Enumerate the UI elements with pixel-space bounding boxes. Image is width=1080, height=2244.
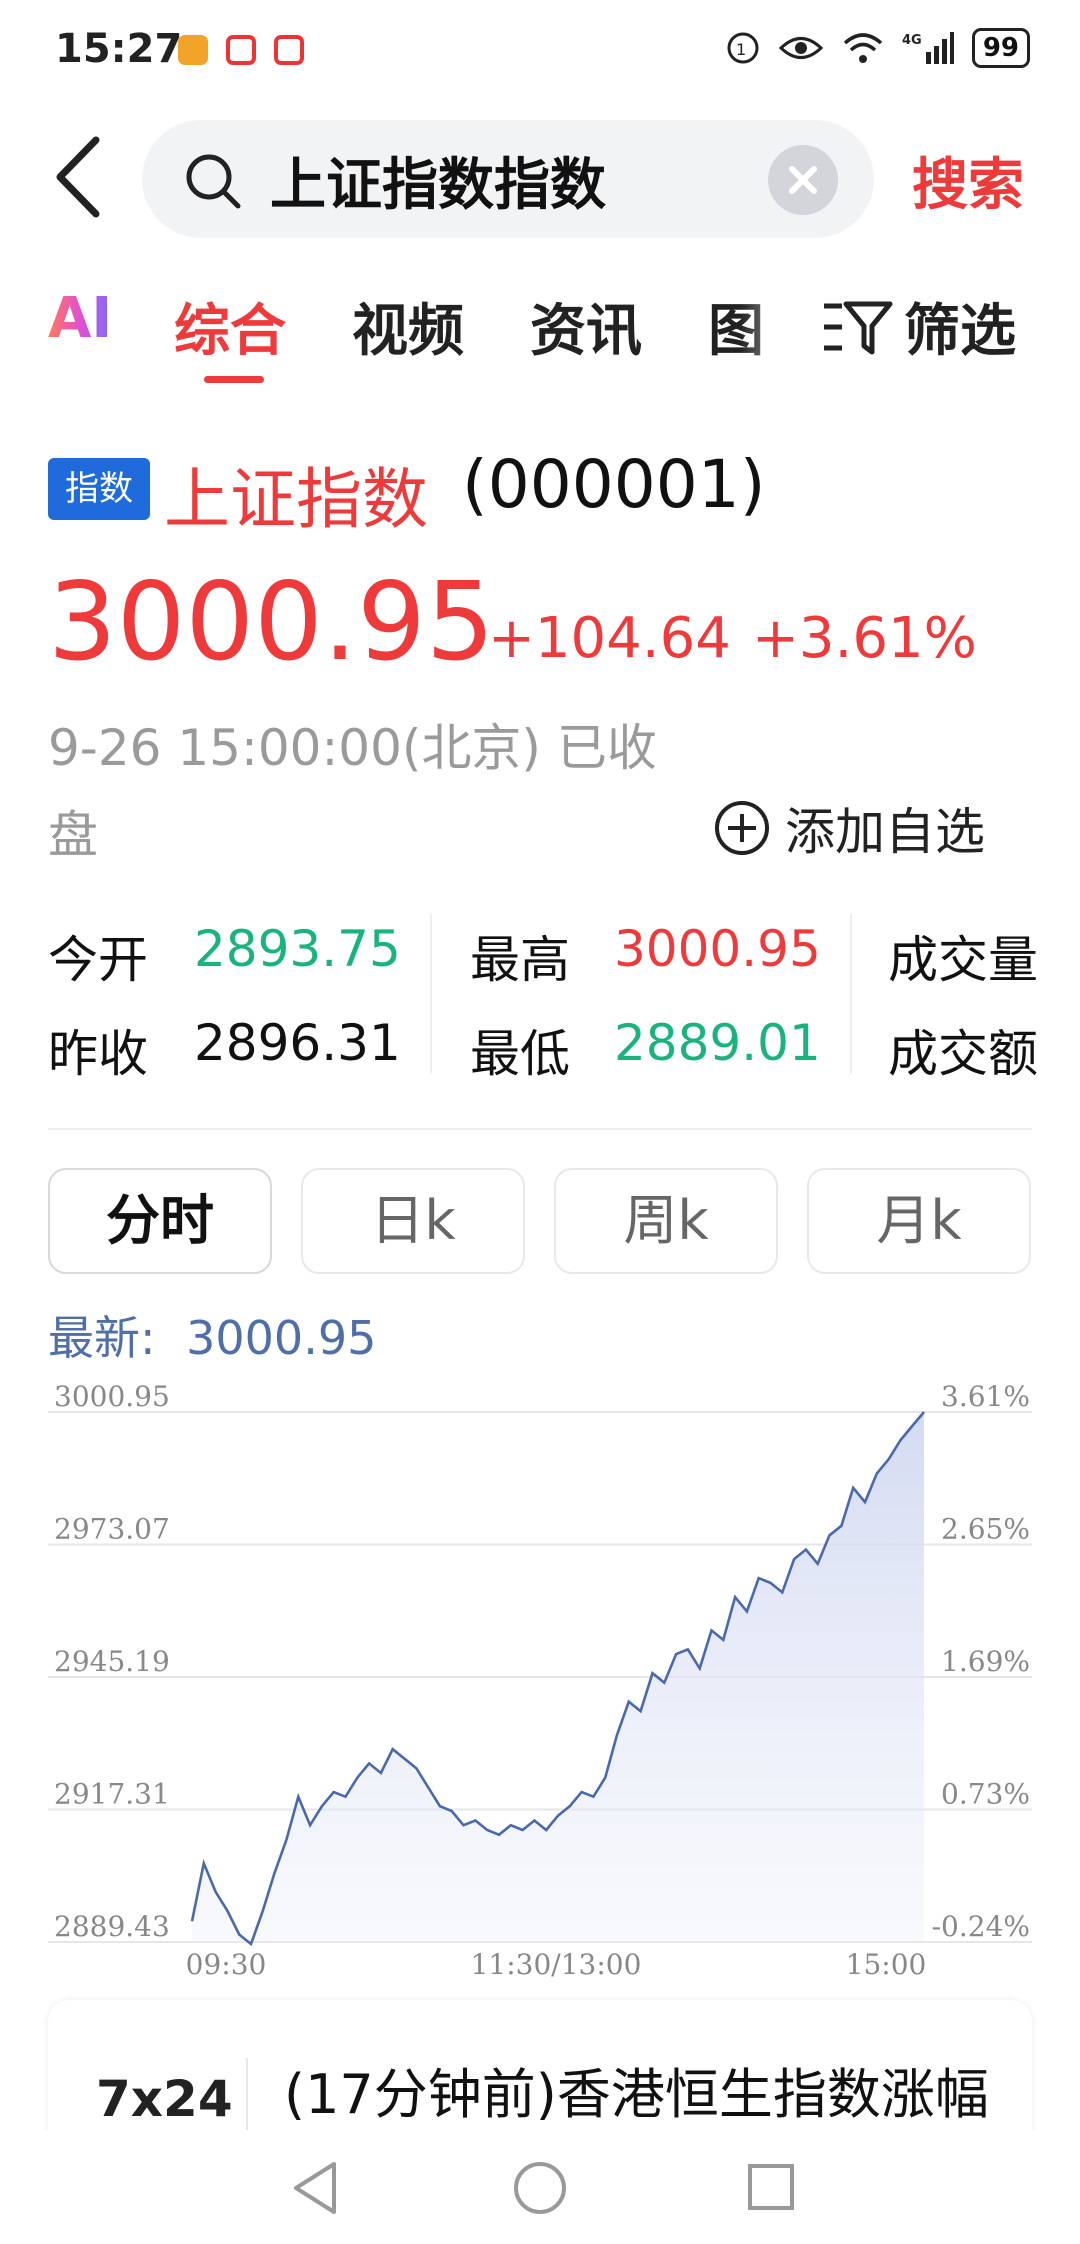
nav-recents-icon[interactable] <box>746 2162 796 2212</box>
stats-divider-2 <box>850 914 852 1074</box>
period-tab-daily[interactable]: 日k <box>301 1168 525 1274</box>
battery-indicator: 99 <box>971 28 1030 68</box>
signal-icon: 4G <box>902 32 954 64</box>
search-icon <box>186 154 241 209</box>
y-axis-right-tick: 0.73% <box>941 1778 1030 1811</box>
data-saver-icon: 1 <box>727 32 759 64</box>
open-label: 今开 <box>48 931 148 989</box>
section-divider <box>48 1128 1032 1130</box>
intraday-chart[interactable]: 3000.95 3.61% 2973.07 2.65% 2945.19 1.69% 2917… <box>0 1370 1080 1980</box>
x-axis-tick: 09:30 <box>186 1948 267 1980</box>
latest-price-readout: 最新: 3000.95 <box>48 1302 376 1368</box>
add-watchlist-button[interactable]: 添加自选 <box>713 792 985 864</box>
nav-home-icon[interactable] <box>512 2160 568 2216</box>
system-nav-bar <box>0 2130 1080 2244</box>
x-axis-tick: 15:00 <box>846 1948 927 1980</box>
tab-comprehensive[interactable]: 综合 <box>174 286 286 367</box>
prev-close-label: 昨收 <box>48 1025 148 1083</box>
x-axis-tick: 11:30/13:00 <box>471 1948 642 1980</box>
y-axis-right-tick: 1.69% <box>941 1645 1030 1678</box>
add-watchlist-label: 添加自选 <box>785 803 985 861</box>
back-button[interactable] <box>48 132 108 222</box>
filter-icon <box>824 301 893 354</box>
volume-label: 成交量 <box>888 931 1038 989</box>
tab-video[interactable]: 视频 <box>352 286 464 367</box>
news-source: 7x24 <box>96 2070 233 2128</box>
quote-status: 盘 <box>48 806 98 864</box>
notification-red-icon <box>226 35 256 65</box>
stats-divider <box>430 914 432 1074</box>
notification-red-icon-2 <box>274 35 304 65</box>
high-label: 最高 <box>470 931 570 989</box>
svg-text:4G: 4G <box>902 33 922 48</box>
period-tab-intraday[interactable]: 分时 <box>48 1168 272 1274</box>
y-axis-right-tick: 3.61% <box>941 1380 1030 1413</box>
current-price: 3000.95 <box>48 560 495 685</box>
index-name[interactable]: 上证指数 <box>164 446 428 542</box>
search-button[interactable]: 搜索 <box>912 140 1024 221</box>
clear-search-button[interactable] <box>768 145 838 215</box>
latest-value: 3000.95 <box>186 1311 377 1365</box>
y-axis-right-tick: -0.24% <box>932 1910 1030 1943</box>
open-value: 2893.75 <box>194 920 401 978</box>
y-axis-left-tick: 2917.31 <box>54 1778 170 1811</box>
index-code: (000001) <box>462 446 766 523</box>
period-tab-weekly[interactable]: 周k <box>554 1168 778 1274</box>
latest-label: 最新: <box>48 1311 156 1365</box>
nav-back-icon[interactable] <box>290 2160 340 2216</box>
news-headline[interactable]: (17分钟前)香港恒生指数涨幅 <box>284 2050 989 2129</box>
wifi-icon <box>843 33 882 63</box>
y-axis-left-tick: 2945.19 <box>54 1645 170 1678</box>
tab-fade <box>740 280 820 360</box>
period-tab-monthly[interactable]: 月k <box>807 1168 1031 1274</box>
quote-timestamp: 9-26 15:00:00(北京) 已收 <box>48 719 657 777</box>
chevron-left-icon <box>56 136 100 218</box>
y-axis-right-tick: 2.65% <box>941 1513 1030 1546</box>
y-axis-left-tick: 3000.95 <box>54 1380 170 1413</box>
y-axis-left-tick: 2973.07 <box>54 1513 170 1546</box>
y-axis-left-tick: 2889.43 <box>54 1910 170 1943</box>
price-change: +104.64 <box>488 606 731 671</box>
status-time: 15:27 <box>55 26 183 72</box>
low-label: 最低 <box>470 1025 570 1083</box>
low-value: 2889.01 <box>614 1014 821 1072</box>
tab-news[interactable]: 资讯 <box>530 286 642 367</box>
amount-label: 成交额 <box>888 1025 1038 1083</box>
eye-icon <box>778 37 823 59</box>
active-tab-underline <box>204 376 264 383</box>
close-icon <box>789 166 817 194</box>
filter-button[interactable]: 筛选 <box>822 286 1016 367</box>
price-change-percent: +3.61% <box>752 606 977 671</box>
index-badge: 指数 <box>48 458 150 520</box>
plus-circle-icon <box>715 801 769 855</box>
notification-app-icon <box>178 35 208 65</box>
high-value: 3000.95 <box>614 920 821 978</box>
svg-text:1: 1 <box>736 40 746 59</box>
search-input[interactable]: 上证指数指数 <box>270 140 606 221</box>
status-icons: 1 4G 99 <box>726 28 1030 68</box>
filter-label: 筛选 <box>904 299 1016 364</box>
tab-ai[interactable]: AI <box>48 286 112 351</box>
prev-close-value: 2896.31 <box>194 1014 401 1072</box>
